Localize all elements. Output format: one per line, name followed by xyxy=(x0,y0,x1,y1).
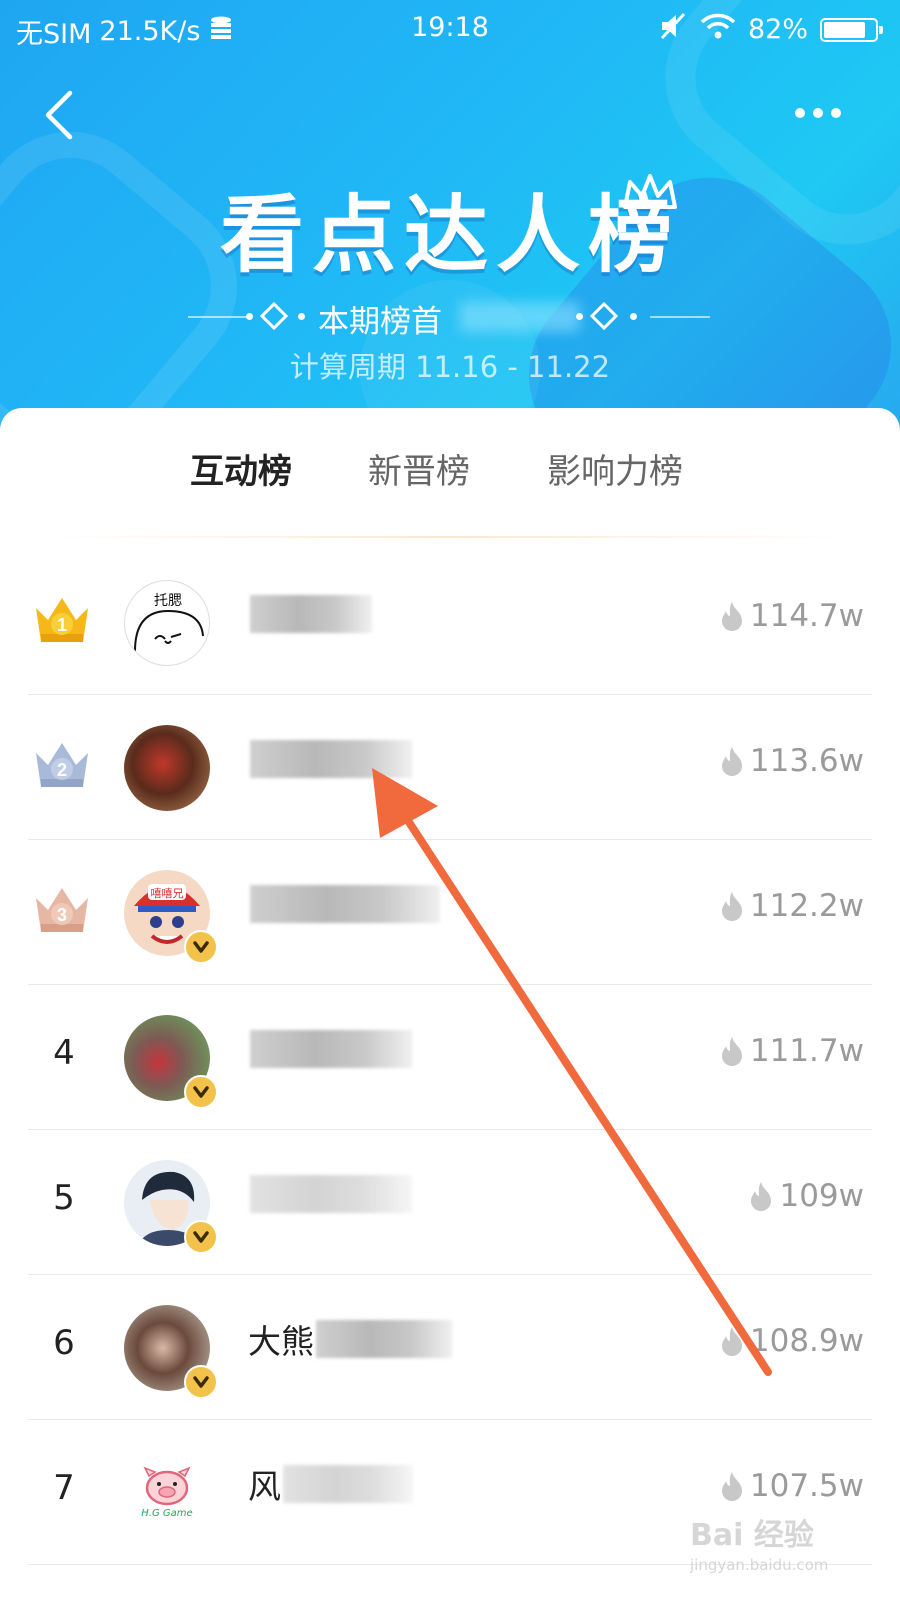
tab-divider xyxy=(55,536,845,538)
tab-interaction[interactable]: 互动榜 xyxy=(190,444,292,493)
svg-text:嘻嘻兄: 嘻嘻兄 xyxy=(151,887,184,900)
score-value: 113.6w xyxy=(749,743,864,779)
ranking-card: 互动榜 新晋榜 影响力榜 1 托腮 114.7w 2 113.6w 3 嘻嘻兄 … xyxy=(0,408,900,1600)
rank-number: 5 xyxy=(53,1178,75,1218)
score: 109w xyxy=(747,1174,864,1218)
score-value: 111.7w xyxy=(749,1033,864,1069)
avatar: 托腮 xyxy=(124,580,210,666)
divider-dot xyxy=(576,313,583,320)
blurred-name xyxy=(460,302,580,332)
score-value: 109w xyxy=(779,1178,864,1214)
tab-newcomer[interactable]: 新晋榜 xyxy=(368,444,470,493)
score-value: 107.5w xyxy=(749,1468,864,1504)
v-badge-icon xyxy=(184,1075,218,1109)
battery-percent: 82% xyxy=(747,14,808,45)
blurred-name xyxy=(250,595,372,633)
header-banner: 无SIM 21.5K/s 19:18 82% 看点达人榜 本期榜首 计算周期 1… xyxy=(0,0,900,440)
bronze-crown-icon: 3 xyxy=(32,880,92,940)
top-user-line: 本期榜首 xyxy=(0,296,900,340)
ranking-list: 1 托腮 114.7w 2 113.6w 3 嘻嘻兄 112.2w 4 111.… xyxy=(0,550,900,1565)
divider-line xyxy=(650,316,710,318)
user-name: 大熊 xyxy=(248,1317,452,1361)
gold-crown-icon: 1 xyxy=(32,590,92,650)
user-name xyxy=(248,1027,412,1071)
user-name: 风 xyxy=(248,1462,413,1506)
watermark-url: jingyan.baidu.com xyxy=(690,1556,829,1574)
chevron-left-icon xyxy=(45,90,73,140)
flame-icon xyxy=(751,1182,772,1211)
battery-icon xyxy=(820,17,883,42)
blurred-name xyxy=(316,1320,452,1358)
ranking-row[interactable]: 4 111.7w xyxy=(0,985,900,1130)
score: 114.7w xyxy=(718,594,864,638)
silver-crown-icon: 2 xyxy=(32,735,92,795)
more-dots-icon xyxy=(795,108,841,118)
flame-icon xyxy=(721,1472,742,1501)
ranking-row[interactable]: 6 大熊 108.9w xyxy=(0,1275,900,1420)
blurred-name xyxy=(250,885,440,923)
blurred-name xyxy=(283,1465,413,1503)
flame-icon xyxy=(721,1327,742,1356)
flame-icon xyxy=(721,747,742,776)
page-title: 看点达人榜 xyxy=(219,186,680,284)
watermark-logo: Bai 经验 xyxy=(690,1518,814,1553)
back-button[interactable] xyxy=(40,88,80,142)
score-value: 108.9w xyxy=(749,1323,864,1359)
svg-text:1: 1 xyxy=(57,615,67,635)
v-badge-icon xyxy=(184,1220,218,1254)
score: 112.2w xyxy=(718,884,864,928)
score: 113.6w xyxy=(718,739,864,783)
ranking-row[interactable]: 5 109w xyxy=(0,1130,900,1275)
crown-icon xyxy=(620,172,680,216)
ranking-row[interactable]: 3 嘻嘻兄 112.2w xyxy=(0,840,900,985)
top-user-label: 本期榜首 xyxy=(318,304,442,340)
tab-influence[interactable]: 影响力榜 xyxy=(547,444,683,493)
blurred-name xyxy=(250,740,412,778)
flame-icon xyxy=(721,892,742,921)
v-badge-icon xyxy=(184,930,218,964)
ranking-row[interactable]: 1 托腮 114.7w xyxy=(0,550,900,695)
rank-number: 6 xyxy=(53,1323,75,1363)
diamond-icon xyxy=(259,301,289,331)
flame-icon xyxy=(721,602,742,631)
tab-bar: 互动榜 新晋榜 影响力榜 xyxy=(0,444,900,504)
watermark: Bai 经验 jingyan.baidu.com xyxy=(690,1510,828,1574)
rank-number: 4 xyxy=(53,1033,75,1073)
flame-icon xyxy=(721,1037,742,1066)
user-name xyxy=(248,737,412,781)
rank-number: 7 xyxy=(53,1468,75,1508)
score: 108.9w xyxy=(718,1319,864,1363)
score: 107.5w xyxy=(718,1464,864,1508)
divider-dot xyxy=(246,313,253,320)
score-value: 114.7w xyxy=(749,598,864,634)
wifi-icon xyxy=(700,12,736,47)
avatar xyxy=(124,725,210,811)
status-right: 82% xyxy=(658,12,883,47)
user-name xyxy=(248,592,372,636)
diamond-icon xyxy=(589,301,619,331)
mute-icon xyxy=(658,12,688,47)
score: 111.7w xyxy=(718,1029,864,1073)
divider-dot xyxy=(630,313,637,320)
user-name xyxy=(248,1172,412,1216)
svg-text:2: 2 xyxy=(57,760,67,780)
blurred-name xyxy=(250,1030,412,1068)
user-name xyxy=(248,882,440,926)
status-bar: 无SIM 21.5K/s 19:18 82% xyxy=(0,0,900,60)
svg-text:托腮: 托腮 xyxy=(154,593,182,609)
score-value: 112.2w xyxy=(749,888,864,924)
more-button[interactable] xyxy=(792,98,848,128)
calculation-period: 计算周期 11.16 - 11.22 xyxy=(289,350,611,384)
avatar: H.G Game xyxy=(124,1450,210,1536)
ranking-row[interactable]: 2 113.6w xyxy=(0,695,900,840)
divider-line xyxy=(188,316,248,318)
svg-text:H.G Game: H.G Game xyxy=(141,1508,192,1519)
v-badge-icon xyxy=(184,1365,218,1399)
svg-text:3: 3 xyxy=(57,905,67,925)
blurred-name xyxy=(250,1175,412,1213)
divider-dot xyxy=(298,313,305,320)
